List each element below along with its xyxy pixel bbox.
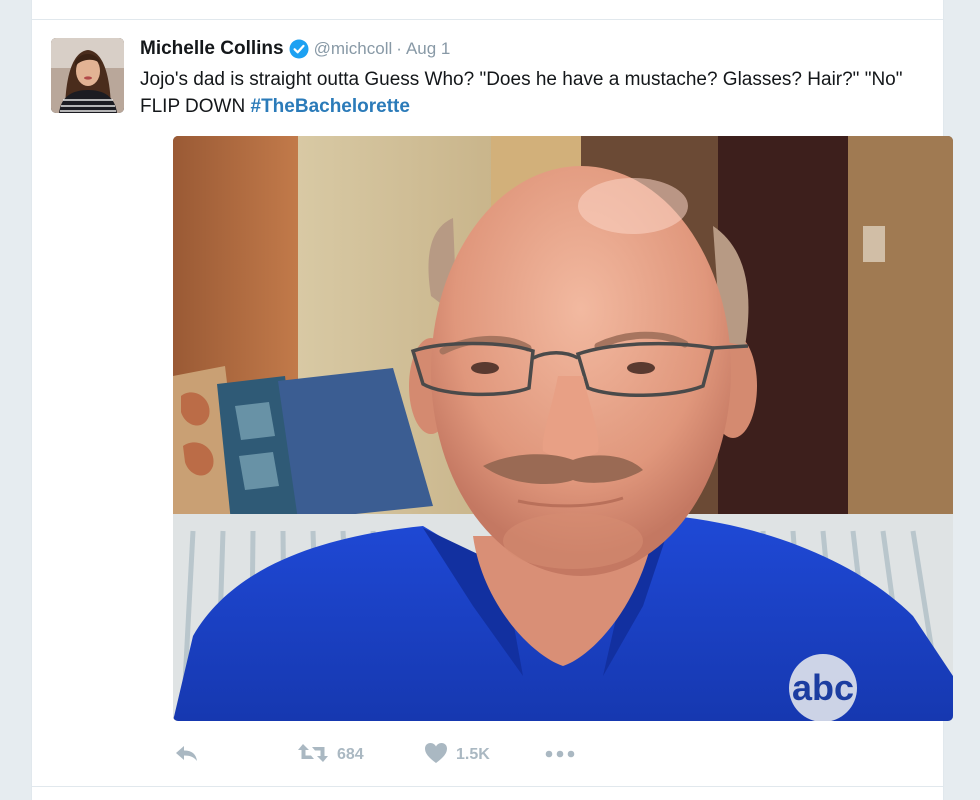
tweet-header: Michelle Collins @michcoll · Aug 1 bbox=[140, 36, 450, 62]
timeline-column: Michelle Collins @michcoll · Aug 1 Jojo'… bbox=[31, 0, 953, 800]
like-button[interactable]: 1.5K bbox=[424, 740, 490, 770]
more-icon bbox=[545, 746, 575, 764]
media-photo: abc bbox=[173, 136, 953, 721]
verified-badge-icon bbox=[289, 39, 309, 59]
top-divider bbox=[32, 19, 943, 20]
author-name[interactable]: Michelle Collins bbox=[140, 38, 284, 60]
tweet-actions: 684 1.5K bbox=[173, 740, 953, 770]
heart-icon bbox=[424, 742, 448, 769]
avatar[interactable] bbox=[51, 38, 124, 113]
retweet-icon bbox=[297, 742, 329, 769]
avatar-image bbox=[51, 38, 124, 113]
like-count: 1.5K bbox=[456, 746, 490, 763]
tweet-media[interactable]: abc bbox=[173, 136, 953, 721]
abc-logo: abc bbox=[789, 654, 857, 721]
hashtag-link[interactable]: #TheBachelorette bbox=[251, 96, 410, 117]
header-separator: · bbox=[396, 39, 402, 58]
bottom-divider bbox=[32, 786, 943, 787]
reply-button[interactable] bbox=[173, 740, 199, 770]
author-handle[interactable]: @michcoll bbox=[314, 39, 393, 59]
more-button[interactable] bbox=[545, 740, 575, 770]
reply-icon bbox=[173, 743, 199, 768]
tweet-text: Jojo's dad is straight outta Guess Who? … bbox=[140, 66, 940, 120]
abc-watermark: abc bbox=[792, 667, 854, 708]
retweet-button[interactable]: 684 bbox=[297, 740, 364, 770]
tweet-date[interactable]: Aug 1 bbox=[406, 39, 450, 59]
retweet-count: 684 bbox=[337, 746, 364, 763]
